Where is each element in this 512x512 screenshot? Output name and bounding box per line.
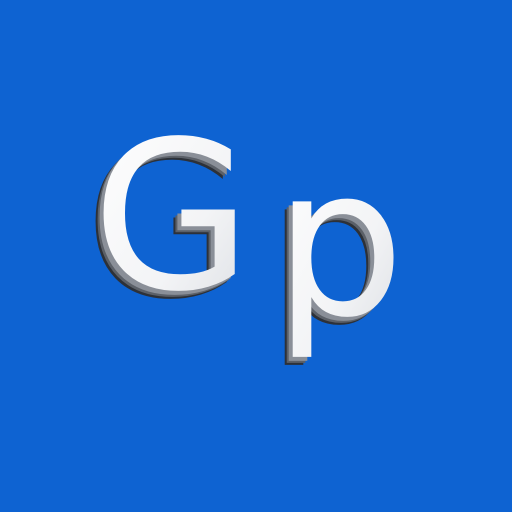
letter-g: G <box>92 97 252 337</box>
letter-p: p <box>274 123 405 363</box>
gp-logo: G p G p G p G p <box>0 0 512 512</box>
logo-face: G p <box>92 97 405 363</box>
app-icon-tile[interactable]: G p G p G p G p <box>0 0 512 512</box>
icon-background <box>0 0 512 512</box>
